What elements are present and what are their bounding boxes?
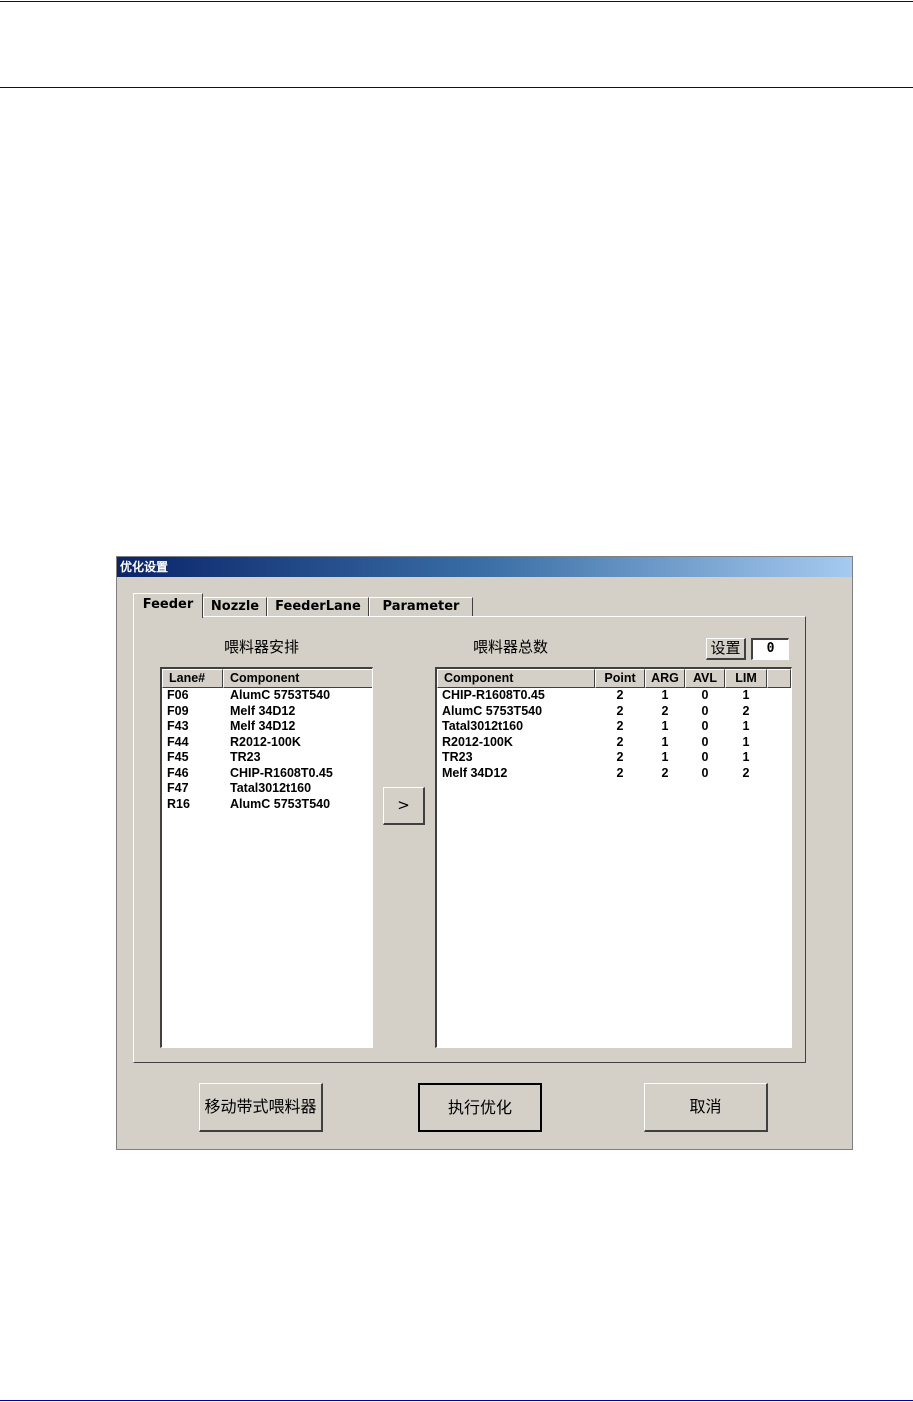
lane-cell: F47 bbox=[167, 781, 189, 795]
table-row[interactable]: F46 CHIP-R1608T0.45 bbox=[162, 766, 372, 782]
arg-cell: 1 bbox=[661, 719, 669, 733]
feeder-list[interactable]: Lane# Component F06 AlumC 5753T540 F09 Melf… bbox=[160, 667, 373, 1048]
avl-cell: 0 bbox=[701, 688, 709, 702]
component-cell: Tatal3012t160 bbox=[442, 719, 524, 733]
tab-nozzle[interactable]: Nozzle bbox=[203, 597, 267, 617]
component-cell: TR23 bbox=[230, 750, 261, 764]
component-list[interactable]: Component Point ARG AVL LIM CHIP-R1608T0… bbox=[435, 667, 792, 1048]
table-row[interactable]: F09 Melf 34D12 bbox=[162, 704, 372, 720]
component-cell: TR23 bbox=[442, 750, 473, 764]
table-row[interactable]: F45 TR23 bbox=[162, 750, 372, 766]
component-cell: AlumC 5753T540 bbox=[230, 796, 331, 811]
table-row[interactable]: R16 AlumC 5753T540 bbox=[162, 797, 372, 813]
component-cell: Melf 34D12 bbox=[230, 703, 296, 718]
feeder-list-header: Lane# Component bbox=[162, 669, 372, 688]
count-field[interactable]: 0 bbox=[751, 638, 789, 660]
table-row[interactable]: F47 Tatal3012t160 bbox=[162, 781, 372, 797]
header-rule bbox=[0, 87, 913, 88]
component-cell: AlumC 5753T540 bbox=[230, 688, 331, 702]
column-header-lim[interactable]: LIM bbox=[725, 669, 767, 688]
component-cell: Melf 34D12 bbox=[230, 719, 296, 733]
set-button[interactable]: 设置 bbox=[706, 638, 746, 660]
column-header-spacer bbox=[767, 669, 791, 688]
table-row[interactable]: Tatal3012t160 2 1 0 1 bbox=[437, 719, 791, 735]
execute-optimize-button[interactable]: 执行优化 bbox=[418, 1083, 542, 1132]
feeder-list-rows: F06 AlumC 5753T540 F09 Melf 34D12 F43 Melf 34… bbox=[162, 688, 372, 812]
column-header-component[interactable]: Component bbox=[437, 669, 595, 688]
lane-cell: F09 bbox=[167, 703, 189, 718]
avl-cell: 0 bbox=[701, 719, 709, 733]
component-list-rows: CHIP-R1608T0.45 2 1 0 1 AlumC 5753T540 2 2 0 2 Tat… bbox=[437, 688, 791, 781]
lane-cell: R16 bbox=[167, 796, 190, 811]
point-cell: 2 bbox=[616, 719, 624, 733]
component-cell: AlumC 5753T540 bbox=[442, 703, 543, 718]
avl-cell: 0 bbox=[701, 750, 709, 764]
column-header-avl[interactable]: AVL bbox=[685, 669, 725, 688]
component-cell: R2012-100K bbox=[230, 734, 301, 749]
point-cell: 2 bbox=[616, 734, 624, 749]
column-header-point[interactable]: Point bbox=[595, 669, 645, 688]
table-row[interactable]: F43 Melf 34D12 bbox=[162, 719, 372, 735]
arg-cell: 1 bbox=[661, 734, 669, 749]
avl-cell: 0 bbox=[701, 703, 709, 718]
arg-cell: 2 bbox=[661, 703, 669, 718]
lane-cell: F06 bbox=[167, 688, 189, 702]
lane-cell: F45 bbox=[167, 750, 189, 764]
tab-parameter[interactable]: Parameter bbox=[369, 597, 473, 617]
point-cell: 2 bbox=[616, 750, 624, 764]
tab-feeder[interactable]: Feeder bbox=[133, 593, 203, 618]
transfer-arrow-button[interactable]: > bbox=[383, 787, 425, 825]
table-row[interactable]: CHIP-R1608T0.45 2 1 0 1 bbox=[437, 688, 791, 704]
arg-cell: 2 bbox=[661, 765, 669, 780]
table-row[interactable]: F44 R2012-100K bbox=[162, 735, 372, 751]
lane-cell: F44 bbox=[167, 734, 189, 749]
lane-cell: F46 bbox=[167, 765, 189, 780]
table-row[interactable]: F06 AlumC 5753T540 bbox=[162, 688, 372, 704]
column-header-component[interactable]: Component bbox=[223, 669, 372, 688]
avl-cell: 0 bbox=[701, 734, 709, 749]
component-cell: R2012-100K bbox=[442, 734, 513, 749]
tab-feederlane[interactable]: FeederLane bbox=[267, 597, 369, 617]
arg-cell: 1 bbox=[661, 750, 669, 764]
footer-rule bbox=[0, 1400, 913, 1401]
move-tape-feeder-button[interactable]: 移动带式喂料器 bbox=[199, 1083, 323, 1132]
arg-cell: 1 bbox=[661, 688, 669, 702]
lim-cell: 1 bbox=[742, 719, 750, 733]
component-cell: CHIP-R1608T0.45 bbox=[230, 765, 333, 780]
table-row[interactable]: Melf 34D12 2 2 0 2 bbox=[437, 766, 791, 782]
lane-cell: F43 bbox=[167, 719, 189, 733]
optimize-settings-dialog: 优化设置 Feeder Nozzle FeederLane Parameter … bbox=[116, 556, 853, 1150]
dialog-title: 优化设置 bbox=[117, 557, 852, 577]
point-cell: 2 bbox=[616, 688, 624, 702]
lim-cell: 2 bbox=[742, 765, 750, 780]
point-cell: 2 bbox=[616, 765, 624, 780]
lim-cell: 1 bbox=[742, 750, 750, 764]
component-cell: CHIP-R1608T0.45 bbox=[442, 688, 545, 702]
table-row[interactable]: TR23 2 1 0 1 bbox=[437, 750, 791, 766]
point-cell: 2 bbox=[616, 703, 624, 718]
component-cell: Melf 34D12 bbox=[442, 765, 508, 780]
lim-cell: 2 bbox=[742, 703, 750, 718]
cancel-button[interactable]: 取消 bbox=[644, 1083, 768, 1132]
component-cell: Tatal3012t160 bbox=[230, 781, 312, 795]
table-row[interactable]: R2012-100K 2 1 0 1 bbox=[437, 735, 791, 751]
avl-cell: 0 bbox=[701, 765, 709, 780]
table-row[interactable]: AlumC 5753T540 2 2 0 2 bbox=[437, 704, 791, 720]
component-list-header: Component Point ARG AVL LIM bbox=[437, 669, 791, 688]
lim-cell: 1 bbox=[742, 734, 750, 749]
column-header-lane[interactable]: Lane# bbox=[162, 669, 223, 688]
header-rule-top bbox=[0, 1, 913, 2]
lim-cell: 1 bbox=[742, 688, 750, 702]
column-header-arg[interactable]: ARG bbox=[645, 669, 685, 688]
